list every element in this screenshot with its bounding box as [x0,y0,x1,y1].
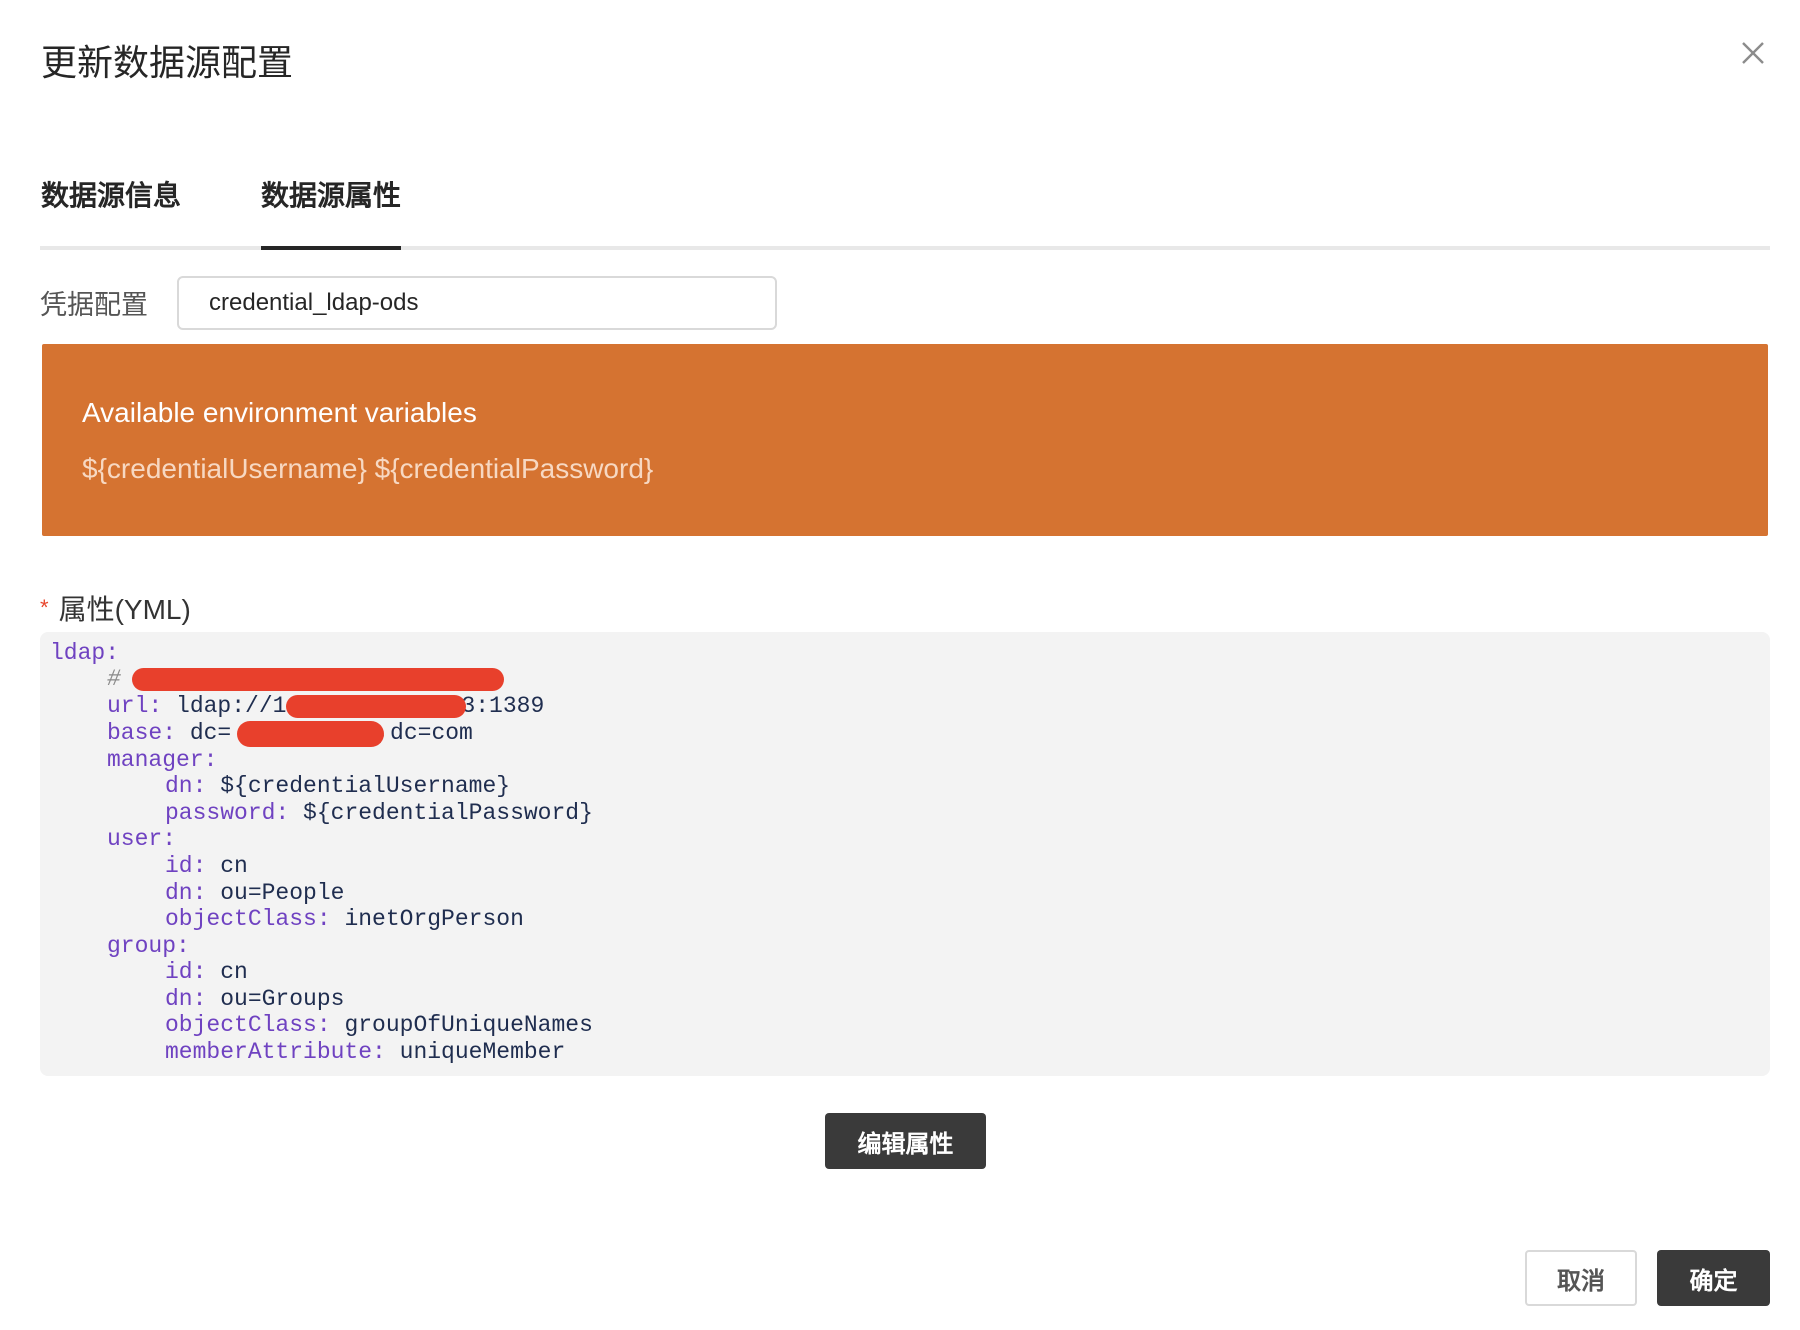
code-value: ldap://1 [162,693,287,719]
close-icon [1742,42,1764,64]
code-key: base: [107,720,177,746]
yml-code-viewer[interactable]: ldap: # url: ldap://1 3:1389 base: dc= ,dc… [40,632,1770,1076]
cancel-button[interactable]: 取消 [1525,1250,1637,1306]
properties-label-text: 属性(YML) [58,594,191,625]
code-key: url: [107,693,163,719]
redaction-mark [286,695,466,718]
env-variables-banner: Available environment variables ${creden… [42,344,1768,536]
code-value: ${credentialPassword} [289,800,593,826]
redaction-mark [237,721,384,747]
code-key: id: [165,959,207,985]
code-comment: # [107,666,121,692]
code-key: ldap: [50,640,120,666]
tab-datasource-info[interactable]: 数据源信息 [41,182,181,242]
required-mark: * [40,595,49,620]
code-value: dc= [176,720,232,746]
edit-properties-button[interactable]: 编辑属性 [825,1113,986,1169]
code-value: inetOrgPerson [330,906,524,932]
code-key: manager: [107,747,218,773]
credential-input[interactable] [177,276,777,330]
confirm-button[interactable]: 确定 [1657,1250,1770,1306]
code-value: ou=People [206,880,345,906]
env-banner-title: Available environment variables [82,397,477,428]
code-value: ou=Groups [206,986,345,1012]
code-key: user: [107,826,177,852]
code-value: cn [206,853,248,879]
code-key: group: [107,933,190,959]
code-key: dn: [165,773,207,799]
code-value: ${credentialUsername} [206,773,511,799]
redaction-mark [132,668,504,691]
code-value: uniqueMember [385,1039,566,1065]
code-key: id: [165,853,207,879]
code-key: dn: [165,986,207,1012]
code-key: dn: [165,880,207,906]
close-button[interactable] [1738,38,1768,68]
tab-bar: 数据源信息 数据源属性 [40,180,1770,250]
credential-label: 凭据配置 [40,290,148,320]
code-value: cn [206,959,248,985]
code-key: objectClass: [165,1012,331,1038]
code-key: password: [165,800,290,826]
env-banner-vars: ${credentialUsername} ${credentialPasswo… [82,453,654,484]
tab-datasource-properties[interactable]: 数据源属性 [261,182,402,250]
code-key: objectClass: [165,906,331,932]
code-value: groupOfUniqueNames [330,1012,593,1038]
code-key: memberAttribute: [165,1039,386,1065]
properties-label: * 属性(YML) [40,588,191,628]
dialog-title: 更新数据源配置 [41,42,294,83]
